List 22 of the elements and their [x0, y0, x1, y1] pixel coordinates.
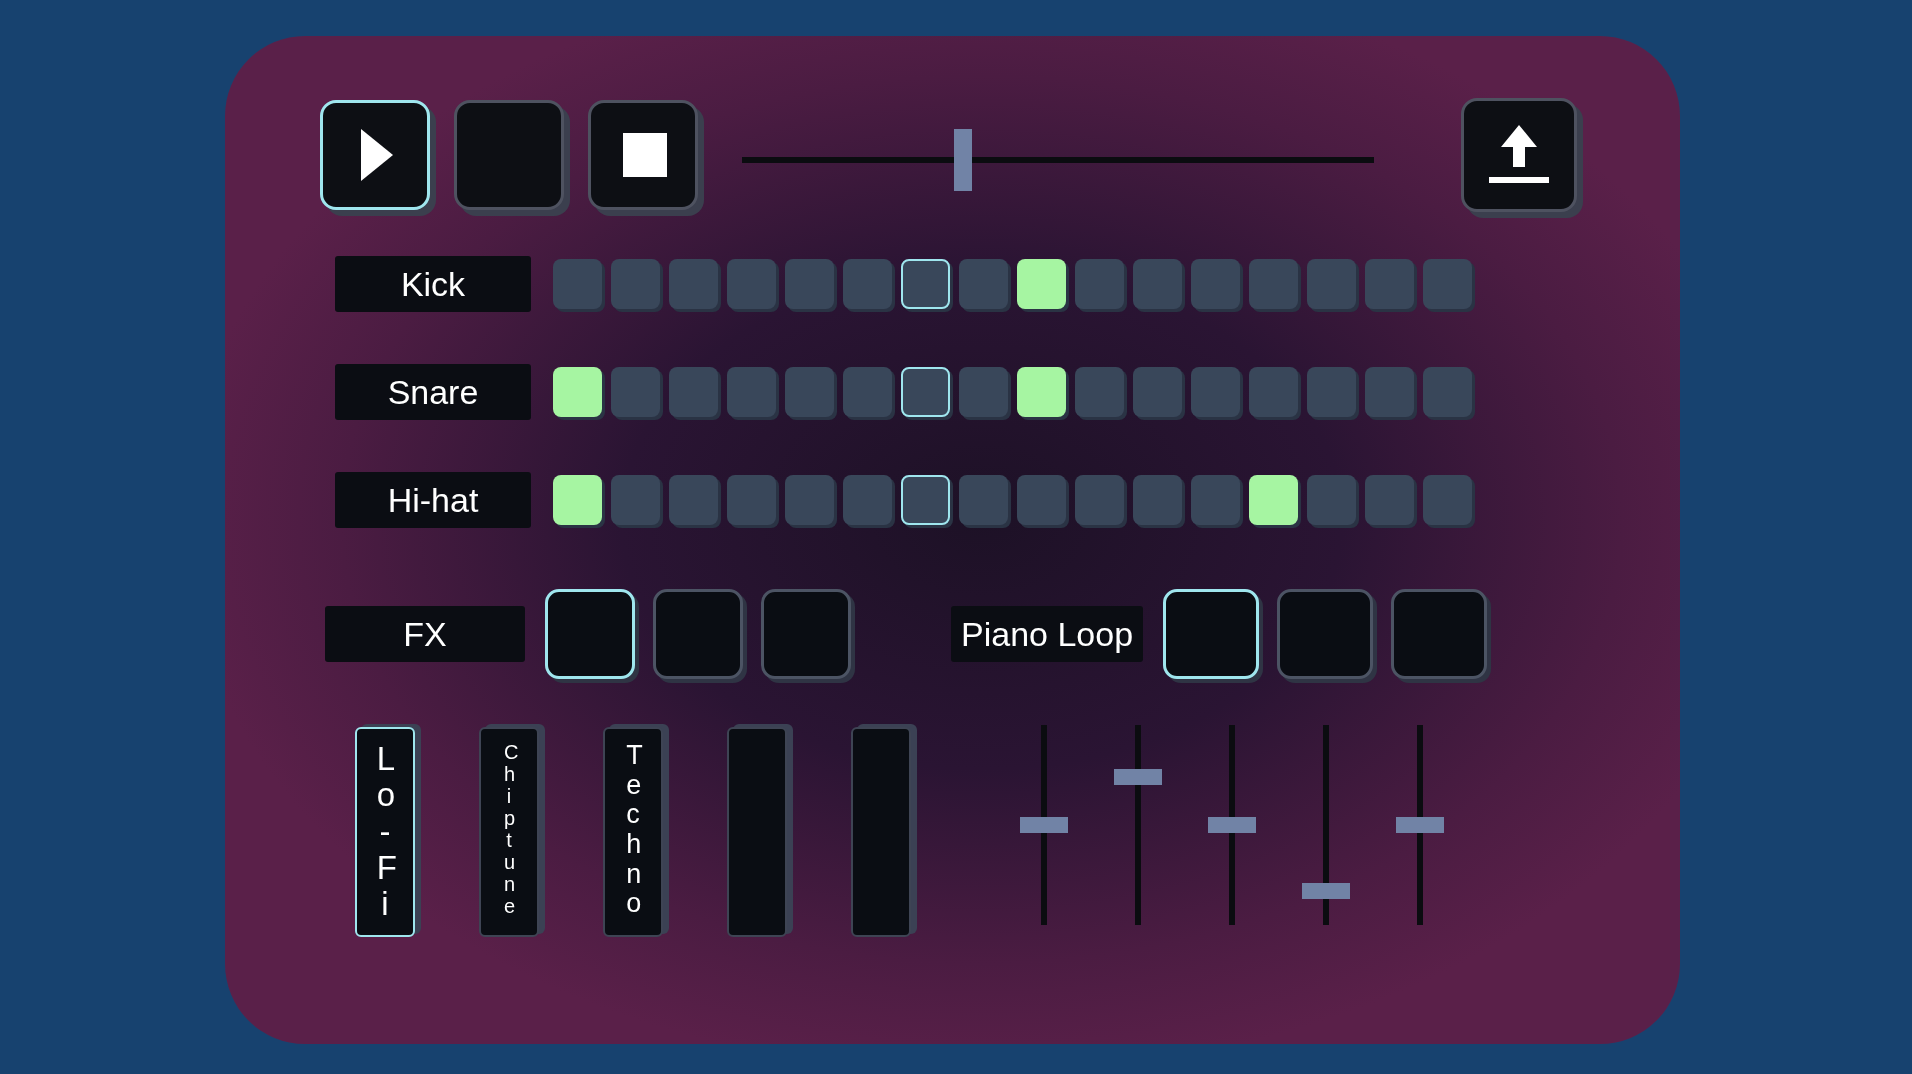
fader-handle[interactable]: [1396, 817, 1444, 833]
play-icon: [361, 129, 393, 181]
fx-label: FX: [325, 606, 525, 662]
slider-thumb[interactable]: [954, 129, 972, 191]
step-pad[interactable]: [1249, 475, 1298, 525]
step-pad[interactable]: [901, 367, 950, 417]
step-pad[interactable]: [1017, 259, 1066, 309]
stop-icon: [623, 133, 667, 177]
step-pad[interactable]: [1017, 367, 1066, 417]
step-pad[interactable]: [553, 367, 602, 417]
piano-loop-label: Piano Loop: [951, 606, 1144, 662]
track-label: Snare: [335, 364, 531, 420]
track-label: Hi-hat: [335, 472, 531, 528]
fader-handle[interactable]: [1020, 817, 1068, 833]
step-pad[interactable]: [901, 259, 950, 309]
fader-handle[interactable]: [1208, 817, 1256, 833]
step-pad[interactable]: [553, 475, 602, 525]
upload-icon: [1487, 125, 1551, 185]
fader-handle[interactable]: [1114, 769, 1162, 785]
fader-handle[interactable]: [1302, 883, 1350, 899]
step-pad[interactable]: [901, 475, 950, 525]
track-label: Kick: [335, 256, 531, 312]
